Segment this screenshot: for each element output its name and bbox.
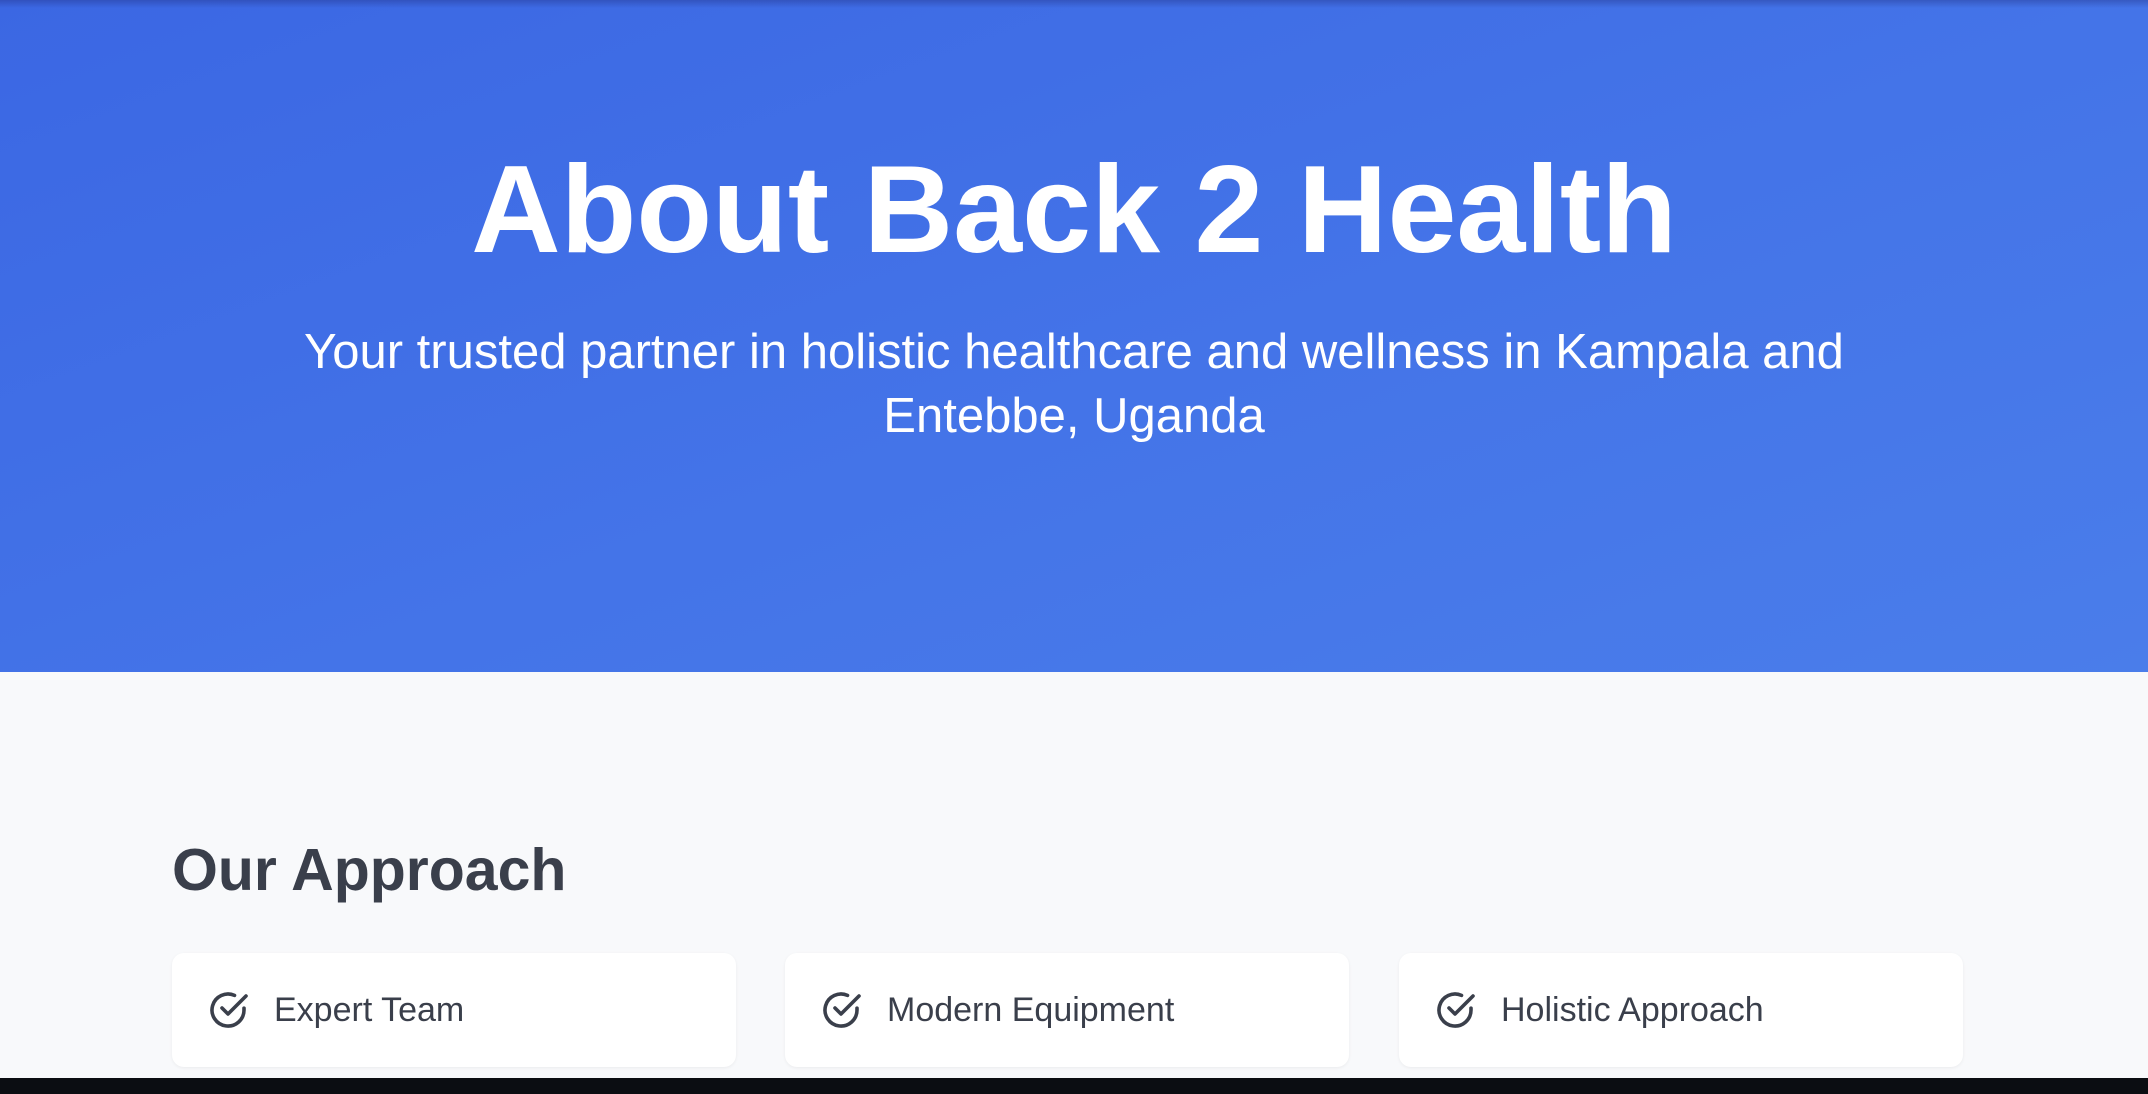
check-circle-icon — [1431, 986, 1479, 1034]
hero-subtitle: Your trusted partner in holistic healthc… — [304, 325, 1844, 443]
approach-card-modern-equipment: Modern Equipment — [785, 953, 1349, 1067]
approach-card-label: Expert Team — [274, 990, 465, 1029]
page-title: About Back 2 Health — [471, 141, 1677, 279]
about-page: About Back 2 Health Your trusted partner… — [0, 0, 2148, 1078]
check-circle-icon — [204, 986, 252, 1034]
window-bottom-edge — [0, 1078, 2148, 1094]
check-circle-icon — [817, 986, 865, 1034]
approach-card-label: Holistic Approach — [1501, 990, 1764, 1029]
section-title-approach: Our Approach — [172, 837, 567, 903]
hero-top-shadow — [0, 0, 2148, 8]
approach-card-label: Modern Equipment — [887, 990, 1175, 1029]
approach-card-expert-team: Expert Team — [172, 953, 736, 1067]
hero-banner: About Back 2 Health Your trusted partner… — [0, 0, 2148, 672]
approach-card-holistic-approach: Holistic Approach — [1399, 953, 1963, 1067]
